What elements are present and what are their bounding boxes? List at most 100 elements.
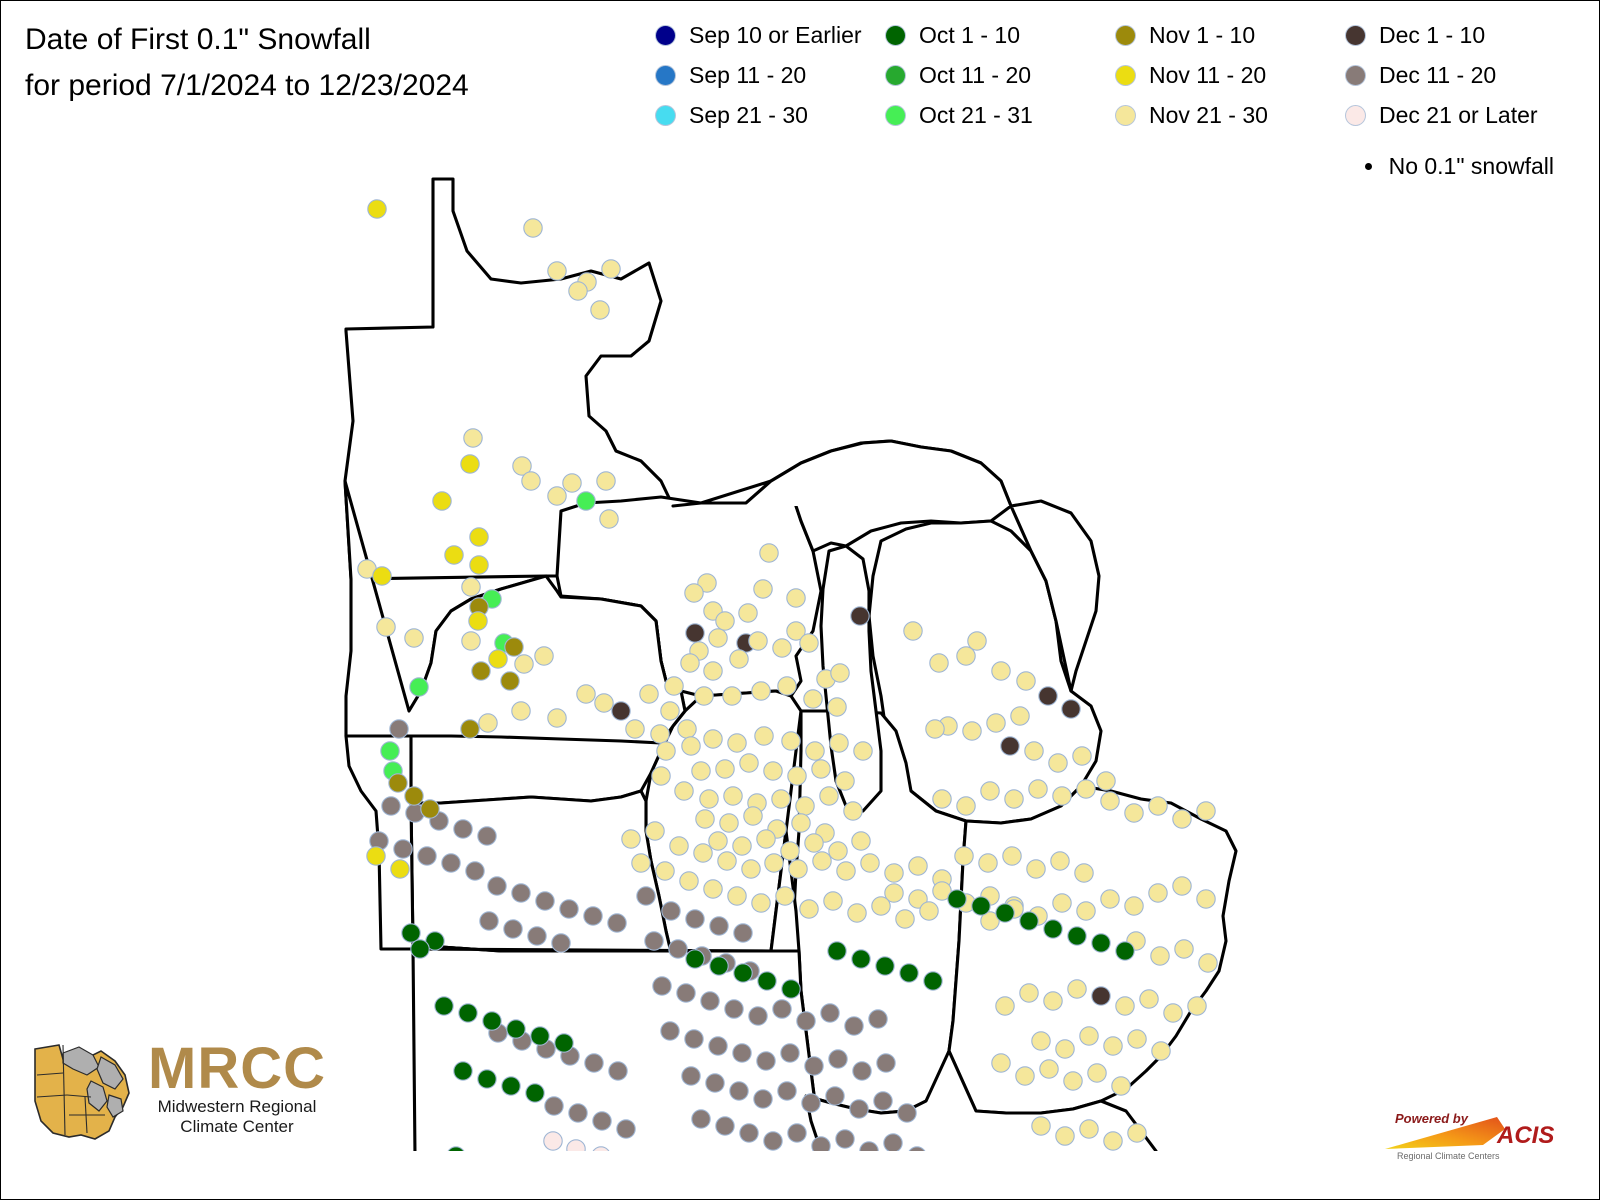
station-point — [547, 486, 567, 506]
station-point — [511, 701, 531, 721]
station-point — [876, 1053, 896, 1073]
station-point — [803, 689, 823, 709]
station-point — [971, 896, 991, 916]
legend-label: Dec 1 - 10 — [1379, 21, 1486, 48]
station-point — [932, 789, 952, 809]
legend-item[interactable]: Dec 21 or Later — [1346, 95, 1576, 135]
station-point — [986, 713, 1006, 733]
legend-item[interactable]: Oct 1 - 10 — [886, 15, 1116, 55]
station-point — [1067, 926, 1087, 946]
station-point — [780, 1043, 800, 1063]
station-point — [1079, 1119, 1099, 1139]
station-point — [849, 1099, 869, 1119]
station-point — [828, 841, 848, 861]
station-point — [1115, 941, 1135, 961]
legend-item[interactable]: Sep 11 - 20 — [656, 55, 886, 95]
station-point — [1115, 996, 1135, 1016]
station-point — [751, 893, 771, 913]
station-point — [1002, 846, 1022, 866]
station-point — [1052, 893, 1072, 913]
station-point — [393, 839, 413, 859]
station-point — [1072, 746, 1092, 766]
station-point — [722, 686, 742, 706]
station-point — [479, 911, 499, 931]
station-point — [705, 1073, 725, 1093]
station-point — [777, 1081, 797, 1101]
station-point — [461, 577, 481, 597]
station-point — [367, 199, 387, 219]
legend-item[interactable]: Nov 21 - 30 — [1116, 95, 1346, 135]
legend-item[interactable]: Sep 10 or Earlier — [656, 15, 886, 55]
station-point — [781, 979, 801, 999]
station-point — [691, 761, 711, 781]
legend-item[interactable]: Oct 11 - 20 — [886, 55, 1116, 95]
station-point — [1111, 1076, 1131, 1096]
station-point — [868, 1009, 888, 1029]
station-point — [523, 218, 543, 238]
station-point — [477, 1069, 497, 1089]
station-point — [631, 853, 651, 873]
station-point — [1174, 939, 1194, 959]
station-point — [709, 956, 729, 976]
station-point — [1148, 883, 1168, 903]
legend-item[interactable]: Dec 11 - 20 — [1346, 55, 1576, 95]
station-point — [441, 853, 461, 873]
station-point — [1050, 851, 1070, 871]
station-point — [608, 1061, 628, 1081]
station-point — [679, 871, 699, 891]
station-point — [923, 971, 943, 991]
station-point — [404, 786, 424, 806]
station-point — [559, 899, 579, 919]
station-point — [748, 1006, 768, 1026]
legend-item[interactable]: Nov 11 - 20 — [1116, 55, 1346, 95]
station-point — [527, 926, 547, 946]
mrcc-acronym: MRCC — [148, 1036, 326, 1102]
station-point — [796, 1011, 816, 1031]
mrcc-map-icon — [34, 1044, 130, 1140]
station-point — [695, 809, 715, 829]
station-point — [811, 1136, 831, 1151]
station-point — [715, 759, 735, 779]
station-point — [644, 931, 664, 951]
station-point — [1004, 789, 1024, 809]
station-point — [799, 633, 819, 653]
station-point — [991, 1053, 1011, 1073]
station-point — [554, 1033, 574, 1053]
station-point — [1031, 1116, 1051, 1136]
legend-label: Sep 10 or Earlier — [689, 21, 862, 48]
station-point — [805, 741, 825, 761]
station-point — [829, 733, 849, 753]
station-point — [732, 836, 752, 856]
station-point — [827, 697, 847, 717]
legend-item[interactable]: Oct 21 - 31 — [886, 95, 1116, 135]
station-point — [390, 859, 410, 879]
station-point — [771, 789, 791, 809]
station-point — [685, 949, 705, 969]
legend-item[interactable]: Nov 1 - 10 — [1116, 15, 1346, 55]
station-point — [478, 713, 498, 733]
station-point — [674, 781, 694, 801]
station-point — [852, 1061, 872, 1081]
mrcc-subtitle-line-1: Midwestern Regional — [157, 1096, 317, 1116]
station-point — [380, 741, 400, 761]
station-point — [703, 661, 723, 681]
legend-label: Nov 1 - 10 — [1149, 21, 1256, 48]
station-point — [1124, 896, 1144, 916]
station-point — [727, 886, 747, 906]
legend-item[interactable]: Dec 1 - 10 — [1346, 15, 1576, 55]
station-point — [739, 1123, 759, 1143]
station-point — [787, 766, 807, 786]
legend-item[interactable]: Sep 21 - 30 — [656, 95, 886, 135]
station-point — [739, 753, 759, 773]
station-point — [1000, 736, 1020, 756]
station-point — [978, 853, 998, 873]
legend-swatch-icon — [1116, 65, 1135, 85]
station-point — [521, 471, 541, 491]
station-point — [381, 796, 401, 816]
station-point — [847, 903, 867, 923]
station-point — [1196, 889, 1216, 909]
station-point — [1055, 1126, 1075, 1146]
station-point — [827, 941, 847, 961]
mrcc-wordmark: MRCC Midwestern Regional Climate Center — [148, 1036, 326, 1137]
station-point — [754, 726, 774, 746]
